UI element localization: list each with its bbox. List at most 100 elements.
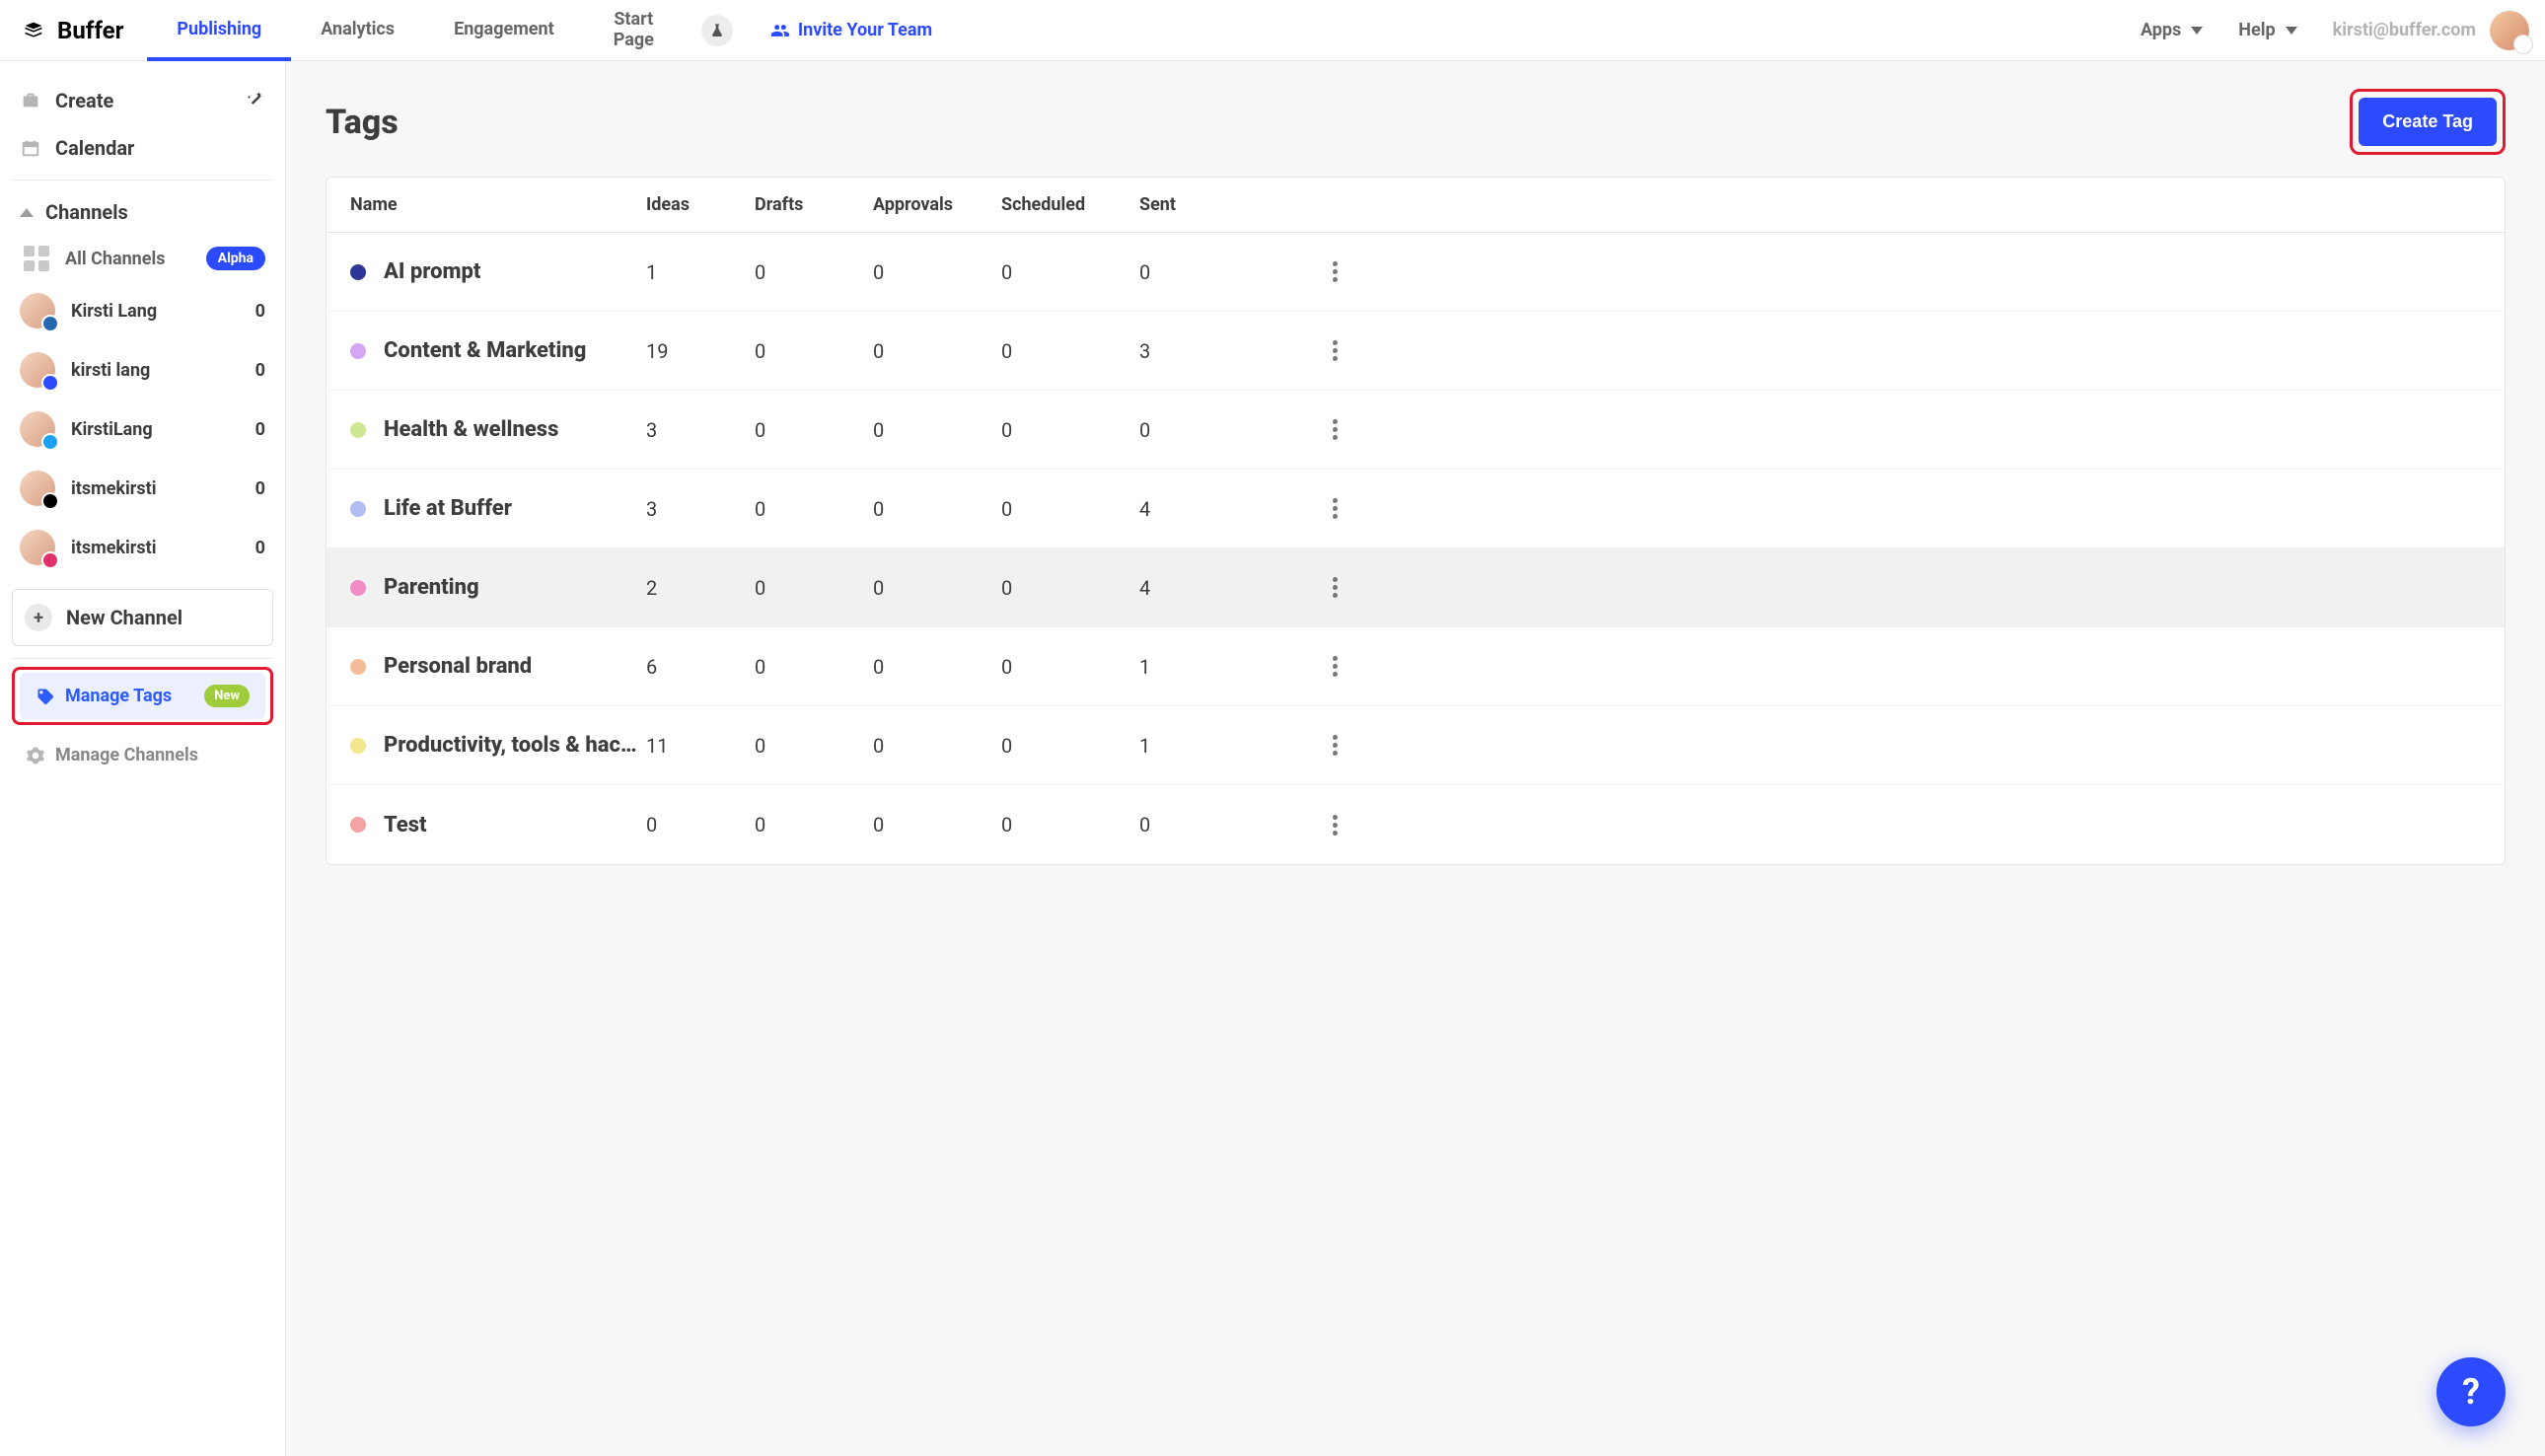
channel-network-badge (41, 492, 59, 510)
people-icon (770, 21, 790, 40)
channels-label: Channels (45, 200, 128, 224)
kebab-menu[interactable] (1323, 260, 1346, 284)
scheduled-cell: 0 (1001, 576, 1139, 600)
new-channel-label: New Channel (66, 606, 182, 629)
labs-button[interactable] (701, 15, 733, 46)
tab-analytics[interactable]: Analytics (291, 0, 424, 60)
invite-team-link[interactable]: Invite Your Team (770, 20, 932, 40)
channel-item[interactable]: itsmekirsti 0 (10, 459, 275, 518)
kebab-menu[interactable] (1323, 655, 1346, 679)
create-tag-button[interactable]: Create Tag (2359, 98, 2497, 146)
channel-list: Kirsti Lang 0 kirsti lang 0 KirstiLang 0… (10, 281, 275, 577)
channel-network-badge (41, 374, 59, 392)
user-avatar-menu[interactable] (2490, 11, 2529, 50)
sent-cell: 4 (1139, 497, 1268, 521)
channel-item[interactable]: kirsti lang 0 (10, 340, 275, 400)
sent-cell: 4 (1139, 576, 1268, 600)
channels-toggle[interactable]: Channels (10, 188, 275, 236)
channel-item[interactable]: KirstiLang 0 (10, 400, 275, 459)
tag-name: Productivity, tools & hac… (384, 733, 637, 758)
kebab-menu[interactable] (1323, 813, 1346, 837)
flask-icon (709, 23, 725, 38)
manage-channels-label: Manage Channels (55, 745, 198, 765)
tab-publishing[interactable]: Publishing (147, 0, 291, 60)
apps-menu[interactable]: Apps (2141, 20, 2203, 40)
table-row[interactable]: Content & Marketing 19 0 0 0 3 (327, 312, 2505, 391)
name-cell: Parenting (350, 575, 646, 600)
tab-engagement[interactable]: Engagement (424, 0, 584, 60)
scheduled-cell: 0 (1001, 813, 1139, 837)
channel-item[interactable]: itsmekirsti 0 (10, 518, 275, 577)
caret-down-icon (2286, 27, 2297, 35)
table-row[interactable]: Personal brand 6 0 0 0 1 (327, 627, 2505, 706)
kebab-menu[interactable] (1323, 339, 1346, 363)
name-cell: Health & wellness (350, 417, 646, 442)
table-row[interactable]: AI prompt 1 0 0 0 0 (327, 233, 2505, 312)
name-cell: Life at Buffer (350, 496, 646, 521)
row-actions (1268, 260, 1346, 284)
kebab-menu[interactable] (1323, 418, 1346, 442)
magic-wand-icon[interactable] (246, 89, 265, 112)
approvals-cell: 0 (873, 339, 1001, 363)
help-menu[interactable]: Help (2238, 20, 2296, 40)
buffer-icon (24, 21, 49, 40)
manage-channels-button[interactable]: Manage Channels (10, 733, 275, 777)
calendar-icon (20, 137, 41, 159)
ideas-cell: 3 (646, 418, 755, 442)
page-header: Tags Create Tag (326, 89, 2506, 155)
top-nav: Buffer Publishing Analytics Engagement S… (0, 0, 2545, 61)
alpha-badge: Alpha (206, 247, 265, 270)
sidebar-calendar-label: Calendar (55, 136, 265, 160)
question-icon: ? (2462, 1371, 2480, 1413)
channel-name: Kirsti Lang (71, 301, 255, 322)
chevron-up-icon (20, 208, 34, 217)
kebab-menu[interactable] (1323, 734, 1346, 758)
name-cell: Personal brand (350, 654, 646, 679)
channel-count: 0 (255, 478, 265, 499)
scheduled-cell: 0 (1001, 260, 1139, 284)
drafts-cell: 0 (755, 497, 873, 521)
table-row[interactable]: Parenting 2 0 0 0 4 (327, 548, 2505, 627)
sent-cell: 0 (1139, 813, 1268, 837)
all-channels[interactable]: All Channels Alpha (10, 236, 275, 281)
table-row[interactable]: Health & wellness 3 0 0 0 0 (327, 391, 2505, 470)
col-approvals: Approvals (873, 194, 1001, 215)
name-cell: Content & Marketing (350, 338, 646, 363)
manage-tags-label: Manage Tags (65, 686, 194, 706)
scheduled-cell: 0 (1001, 339, 1139, 363)
col-name: Name (350, 194, 646, 215)
table-row[interactable]: Life at Buffer 3 0 0 0 4 (327, 470, 2505, 548)
scheduled-cell: 0 (1001, 734, 1139, 758)
tags-table: Name Ideas Drafts Approvals Scheduled Se… (326, 177, 2506, 865)
ideas-cell: 0 (646, 813, 755, 837)
channel-count: 0 (255, 360, 265, 381)
row-actions (1268, 339, 1346, 363)
tag-color-dot (350, 501, 366, 517)
sidebar-create-label: Create (55, 89, 232, 112)
channel-network-badge (41, 551, 59, 569)
kebab-menu[interactable] (1323, 576, 1346, 600)
sent-cell: 0 (1139, 418, 1268, 442)
nav-tabs: Publishing Analytics Engagement Start Pa… (147, 0, 683, 60)
sidebar-calendar[interactable]: Calendar (10, 124, 275, 172)
channel-count: 0 (255, 301, 265, 322)
channel-name: itsmekirsti (71, 538, 255, 558)
sidebar-create[interactable]: Create (10, 77, 275, 124)
channel-network-badge (41, 315, 59, 332)
brand-logo[interactable]: Buffer (24, 17, 123, 44)
ideas-cell: 6 (646, 655, 755, 679)
channel-count: 0 (255, 419, 265, 440)
caret-down-icon (2191, 27, 2203, 35)
table-body: AI prompt 1 0 0 0 0 Content & Marketing … (327, 233, 2505, 864)
tag-color-dot (350, 422, 366, 438)
manage-tags-button[interactable]: Manage Tags New (20, 673, 265, 719)
tab-startpage[interactable]: Start Page (584, 0, 684, 60)
help-fab[interactable]: ? (2436, 1357, 2506, 1426)
kebab-menu[interactable] (1323, 497, 1346, 521)
tag-color-dot (350, 659, 366, 675)
channel-item[interactable]: Kirsti Lang 0 (10, 281, 275, 340)
ideas-cell: 19 (646, 339, 755, 363)
new-channel-button[interactable]: + New Channel (12, 589, 273, 646)
table-row[interactable]: Test 0 0 0 0 0 (327, 785, 2505, 864)
table-row[interactable]: Productivity, tools & hac… 11 0 0 0 1 (327, 706, 2505, 785)
